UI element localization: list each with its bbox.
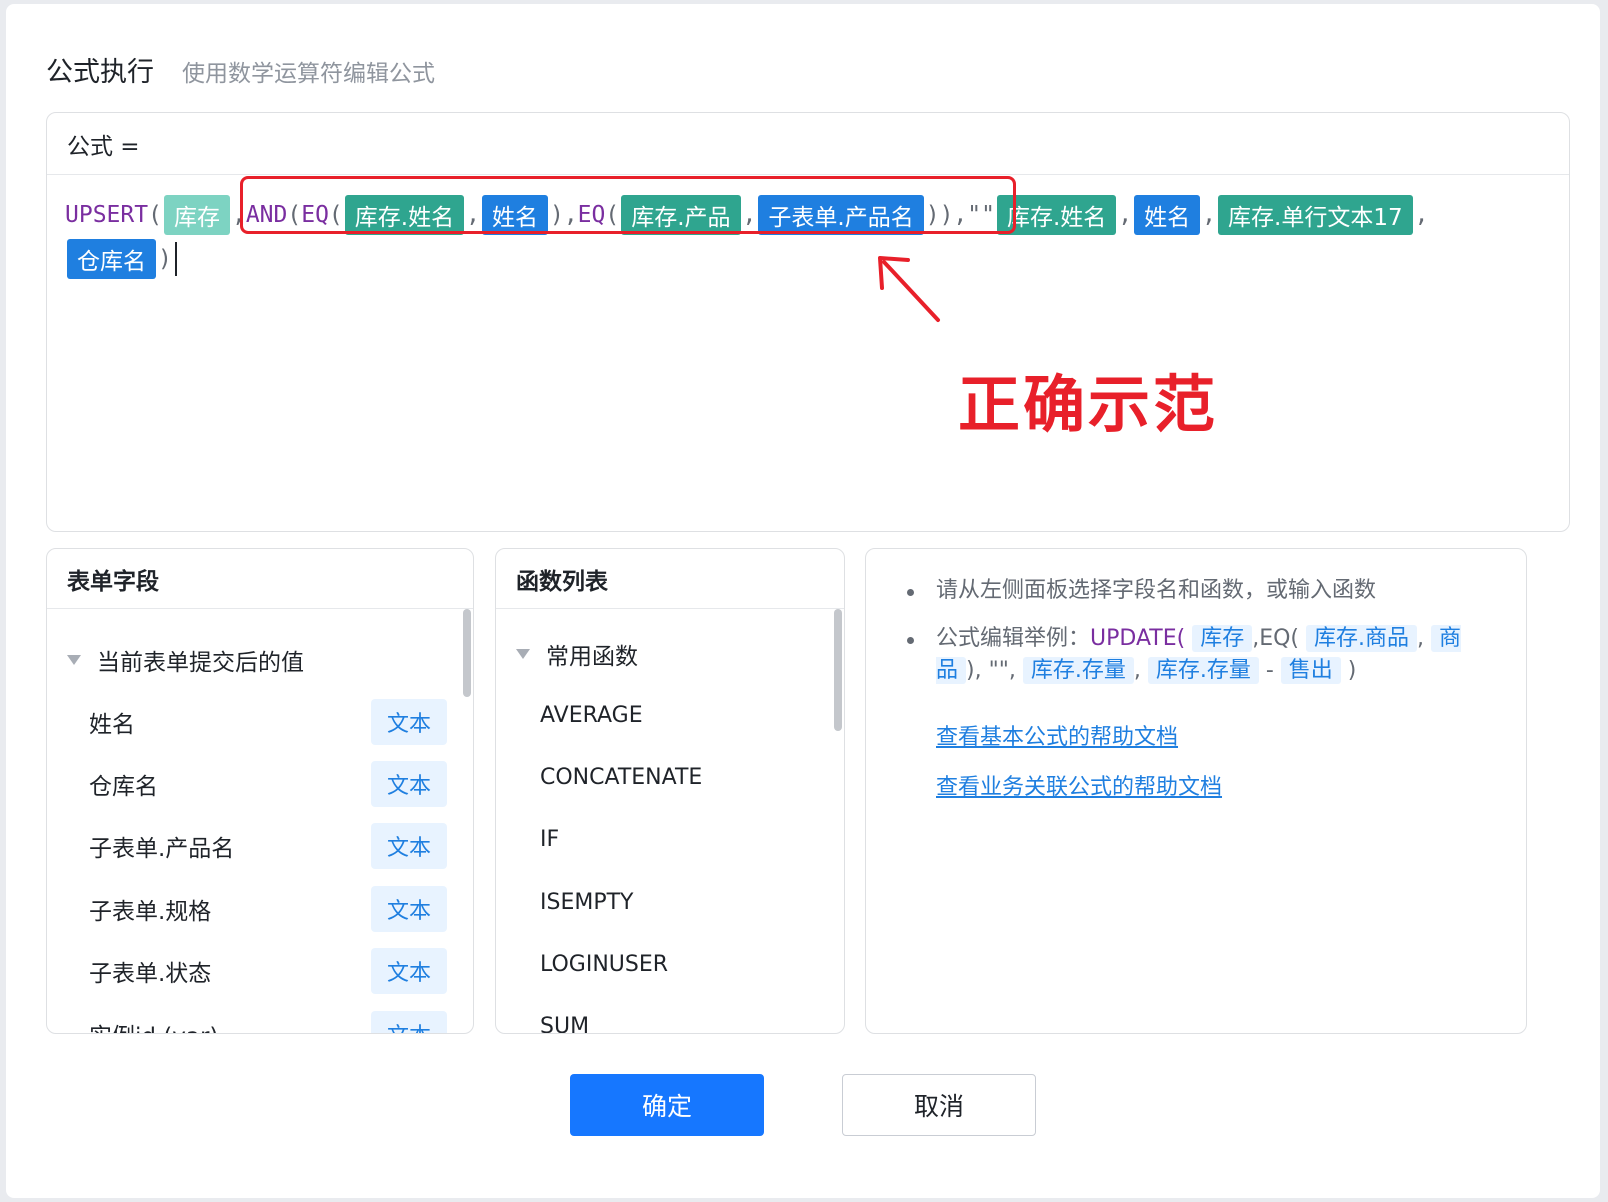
token-stock-text17[interactable]: 库存.单行文本17 <box>1218 195 1413 235</box>
function-item[interactable]: SUM <box>540 1014 589 1033</box>
field-item-name: 仓库名 <box>89 774 158 800</box>
field-item-name: 子表单.产品名 <box>89 836 235 862</box>
token-name-2[interactable]: 姓名 <box>1134 195 1201 235</box>
example-token: 库存.存量 <box>1147 657 1259 684</box>
functions-group[interactable]: 常用函数 <box>516 637 638 671</box>
field-item-name: 子表单.状态 <box>89 961 212 987</box>
form-fields-panel: 表单字段 当前表单提交后的值 姓名 文本 仓库名 文本 子表单.产品名 文本 子… <box>46 548 474 1034</box>
example-token: 售出 <box>1280 657 1341 684</box>
comma: , <box>1202 202 1217 228</box>
function-item[interactable]: LOGINUSER <box>540 952 668 977</box>
field-item[interactable]: 实例id (var) 文本 <box>47 1009 451 1033</box>
help-panel: 请从左侧面板选择字段名和函数，或输入函数 公式编辑举例：UPDATE( 库存 ,E… <box>865 548 1527 1034</box>
example-token: 库存 <box>1192 625 1253 652</box>
example-text: ), "", <box>966 658 1016 683</box>
example-text: ) <box>1347 658 1357 683</box>
help-tips: 请从左侧面板选择字段名和函数，或输入函数 公式编辑举例：UPDATE( 库存 ,E… <box>902 575 1502 687</box>
formula-dialog: 公式执行 使用数学运算符编辑公式 公式 = UPSERT( 库存, AND(EQ(… <box>6 4 1600 1198</box>
formula-line-2[interactable]: 仓库名) <box>65 237 177 281</box>
field-type-tag: 文本 <box>371 761 447 807</box>
field-type-tag: 文本 <box>371 1011 447 1033</box>
example-text: , <box>1417 626 1425 651</box>
field-item-name: 子表单.规格 <box>89 899 212 925</box>
help-tip-example: 公式编辑举例：UPDATE( 库存 ,EQ( 库存.商品, 商品), "", 库存… <box>902 623 1502 687</box>
field-item[interactable]: 子表单.规格 文本 <box>47 884 451 934</box>
form-fields-group-label: 当前表单提交后的值 <box>97 650 304 676</box>
confirm-button[interactable]: 确定 <box>570 1074 764 1136</box>
annotation-highlight-box <box>240 176 1016 234</box>
field-item[interactable]: 姓名 文本 <box>47 697 451 747</box>
functions-list[interactable]: 常用函数 AVERAGE CONCATENATE IF ISEMPTY LOGI… <box>496 609 844 1033</box>
help-link-basic[interactable]: 查看基本公式的帮助文档 <box>936 719 1178 751</box>
comma: , <box>1414 202 1429 228</box>
field-item[interactable]: 仓库名 文本 <box>47 759 451 809</box>
collapse-triangle-icon[interactable] <box>516 649 530 659</box>
fn-upsert: UPSERT <box>65 202 149 228</box>
function-item[interactable]: ISEMPTY <box>540 890 633 915</box>
annotation-label: 正确示范 <box>958 368 1219 441</box>
dialog-header: 公式执行 使用数学运算符编辑公式 <box>46 50 435 89</box>
field-item-name: 姓名 <box>89 712 135 738</box>
dialog-title: 公式执行 <box>46 57 154 88</box>
help-tip: 请从左侧面板选择字段名和函数，或输入函数 <box>902 575 1502 607</box>
function-item[interactable]: IF <box>540 827 559 852</box>
comma: , <box>1118 202 1133 228</box>
field-type-tag: 文本 <box>371 699 447 745</box>
functions-group-label: 常用函数 <box>546 644 638 670</box>
dialog-subtitle: 使用数学运算符编辑公式 <box>182 61 435 87</box>
field-type-tag: 文本 <box>371 886 447 932</box>
cancel-button[interactable]: 取消 <box>842 1074 1036 1136</box>
annotation-arrow-icon <box>878 256 940 322</box>
token-warehouse[interactable]: 仓库名 <box>67 239 156 279</box>
form-fields-list[interactable]: 当前表单提交后的值 姓名 文本 仓库名 文本 子表单.产品名 文本 子表单.规格… <box>47 609 473 1033</box>
form-fields-title: 表单字段 <box>47 549 473 609</box>
functions-panel: 函数列表 常用函数 AVERAGE CONCATENATE IF ISEMPTY… <box>495 548 845 1034</box>
field-type-tag: 文本 <box>371 948 447 994</box>
help-link-business[interactable]: 查看业务关联公式的帮助文档 <box>936 769 1222 801</box>
formula-editor[interactable]: 公式 = UPSERT( 库存, AND(EQ( 库存.姓名, 姓名), EQ( 库… <box>46 112 1570 532</box>
example-fn-update: UPDATE( <box>1090 626 1186 651</box>
functions-scrollbar[interactable] <box>834 609 842 731</box>
function-item[interactable]: AVERAGE <box>540 703 643 728</box>
paren-open: ( <box>148 202 162 228</box>
form-fields-scrollbar[interactable] <box>463 609 471 697</box>
functions-title: 函数列表 <box>496 549 844 609</box>
field-item[interactable]: 子表单.状态 文本 <box>47 946 451 996</box>
text-caret <box>174 242 177 276</box>
collapse-triangle-icon[interactable] <box>67 655 81 665</box>
paren-close: ) <box>158 246 172 272</box>
example-text: , <box>1133 658 1141 683</box>
form-fields-group[interactable]: 当前表单提交后的值 <box>67 643 304 677</box>
formula-label: 公式 = <box>47 113 1569 175</box>
example-text: - <box>1265 658 1274 683</box>
example-text: ,EQ( <box>1252 626 1300 651</box>
example-prefix: 公式编辑举例： <box>936 626 1091 651</box>
token-form-stock[interactable]: 库存 <box>163 195 230 235</box>
field-item[interactable]: 子表单.产品名 文本 <box>47 821 451 871</box>
example-token: 库存.商品 <box>1306 625 1418 652</box>
field-type-tag: 文本 <box>371 823 447 869</box>
field-item-name: 实例id (var) <box>89 1017 218 1033</box>
function-item[interactable]: CONCATENATE <box>540 765 702 790</box>
example-token: 库存.存量 <box>1022 657 1134 684</box>
